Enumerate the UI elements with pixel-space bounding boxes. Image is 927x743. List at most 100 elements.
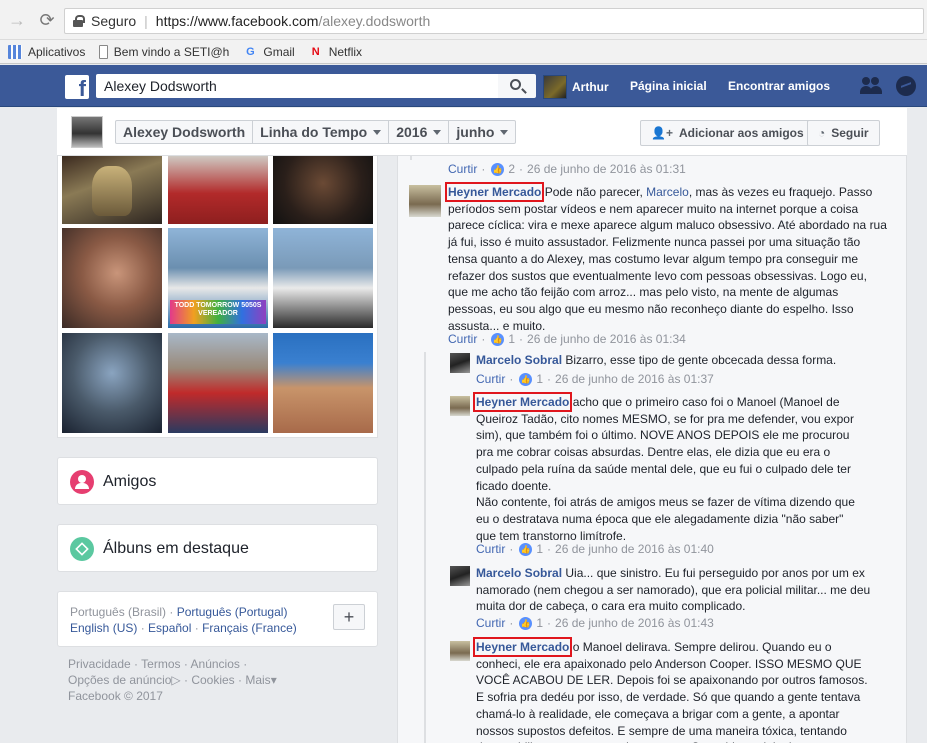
comment-body: Heyner Mercado acho que o primeiro caso …: [472, 392, 855, 543]
footer-link-cookies[interactable]: Cookies: [191, 673, 234, 687]
add-language-button[interactable]: +: [333, 604, 365, 630]
photo-thumbnail[interactable]: [168, 156, 268, 224]
friends-icon: [70, 470, 94, 494]
bookmark-apps[interactable]: Aplicativos: [8, 44, 85, 59]
address-bar[interactable]: Seguro | https://www.facebook.com/alexey…: [64, 8, 924, 34]
messenger-icon[interactable]: [896, 76, 916, 96]
follow-button[interactable]: ◔ Seguir: [807, 120, 880, 146]
like-link[interactable]: Curtir: [476, 616, 505, 630]
search-icon: [510, 79, 521, 90]
chevron-down-icon: [373, 129, 382, 135]
comment-meta: Curtir · 👍 1 · 26 de junho de 2016 às 01…: [476, 372, 714, 386]
comment-meta: Curtir · 👍 1 · 26 de junho de 2016 às 01…: [476, 616, 714, 630]
bookmarks-bar: Aplicativos Bem vindo a SETI@h G Gmail NN…: [0, 40, 927, 64]
forward-arrow-icon[interactable]: →: [6, 9, 28, 31]
friends-card[interactable]: Amigos: [57, 457, 378, 505]
bookmark-seti[interactable]: Bem vindo a SETI@h: [99, 44, 229, 59]
netflix-icon: N: [311, 45, 320, 58]
ad-choices-icon: ▷: [171, 673, 181, 687]
lock-icon: [73, 15, 85, 27]
thumbs-up-icon: 👍: [519, 372, 533, 386]
photo-caption: TODD TOMORROW 5050S VEREADOR: [170, 300, 266, 324]
page-icon: [99, 44, 108, 59]
find-friends-link[interactable]: Encontrar amigos: [728, 79, 830, 93]
photo-thumbnail[interactable]: [168, 333, 268, 433]
friends-label: Amigos: [103, 473, 157, 490]
photo-thumbnail[interactable]: [62, 228, 162, 328]
facebook-top-bar: f Arthur Página inicial Encontrar amigos: [0, 65, 927, 107]
bookmark-netflix[interactable]: N Netflix: [309, 45, 362, 59]
comment-timestamp[interactable]: 26 de junho de 2016 às 01:43: [555, 616, 714, 630]
add-friend-icon: 👤+: [651, 126, 673, 140]
comment-timestamp[interactable]: 26 de junho de 2016 às 01:34: [527, 332, 686, 346]
photo-thumbnail[interactable]: [62, 333, 162, 433]
comment-author[interactable]: Marcelo Sobral: [476, 566, 562, 580]
rss-icon: ◔: [818, 126, 826, 140]
avatar[interactable]: [450, 566, 470, 586]
comment-author[interactable]: Marcelo Sobral: [476, 353, 562, 367]
avatar[interactable]: [71, 116, 103, 148]
albums-label: Álbuns em destaque: [103, 540, 249, 557]
apps-grid-icon: [8, 44, 22, 59]
comment-author[interactable]: Heyner Mercado: [444, 182, 545, 202]
avatar[interactable]: [409, 185, 441, 217]
footer-link-privacy[interactable]: Privacidade: [68, 657, 131, 671]
home-link[interactable]: Página inicial: [630, 79, 707, 93]
mention-link[interactable]: Marcelo: [646, 185, 689, 199]
like-link[interactable]: Curtir: [476, 542, 505, 556]
avatar[interactable]: [450, 396, 470, 416]
search-input[interactable]: [96, 74, 534, 98]
language-link[interactable]: Français (France): [202, 621, 297, 635]
chevron-down-icon: [433, 129, 442, 135]
bookmark-gmail[interactable]: G Gmail: [243, 45, 295, 59]
footer-link-terms[interactable]: Termos: [141, 657, 180, 671]
like-link[interactable]: Curtir: [476, 372, 505, 386]
photo-thumbnail[interactable]: TODD TOMORROW 5050S VEREADOR: [168, 228, 268, 328]
photo-thumbnail[interactable]: [62, 156, 162, 224]
facebook-logo-icon[interactable]: f: [65, 75, 89, 99]
footer-link-ads[interactable]: Anúncios: [191, 657, 240, 671]
reload-icon[interactable]: ⟳: [36, 9, 58, 31]
language-link[interactable]: Português (Portugal): [177, 605, 288, 619]
crumb-profile-name[interactable]: Alexey Dodsworth: [116, 121, 254, 143]
comment-author[interactable]: Heyner Mercado: [472, 637, 573, 657]
photo-thumbnail[interactable]: [273, 333, 373, 433]
avatar[interactable]: [450, 641, 470, 661]
crumb-timeline[interactable]: Linha do Tempo: [253, 121, 390, 143]
crumb-month[interactable]: junho: [449, 121, 515, 143]
avatar[interactable]: [450, 353, 470, 373]
footer-link-ad-choices[interactable]: Opções de anúncio: [68, 673, 171, 687]
comment-body: Heyner Mercado o Manoel delirava. Sempre…: [472, 637, 868, 743]
language-link[interactable]: Español: [148, 621, 191, 635]
footer: Privacidade · Termos · Anúncios · Opções…: [68, 656, 368, 704]
chevron-down-icon: [500, 129, 509, 135]
thumbs-up-icon: 👍: [519, 616, 533, 630]
like-link[interactable]: Curtir: [448, 162, 477, 176]
crumb-year[interactable]: 2016: [389, 121, 450, 143]
google-icon: G: [246, 45, 255, 58]
add-friend-button[interactable]: 👤+ Adicionar aos amigos: [640, 120, 815, 146]
language-current: Português (Brasil): [70, 605, 167, 619]
photo-thumbnail[interactable]: [273, 156, 373, 224]
timeline-header: Alexey Dodsworth Linha do Tempo 2016 jun…: [57, 108, 907, 156]
like-link[interactable]: Curtir: [448, 332, 477, 346]
comment-timestamp[interactable]: 26 de junho de 2016 às 01:40: [555, 542, 714, 556]
comment-author[interactable]: Heyner Mercado: [472, 392, 573, 412]
photo-thumbnail[interactable]: [273, 228, 373, 328]
browser-toolbar: → ⟳ Seguro | https://www.facebook.com/al…: [0, 0, 927, 40]
profile-link[interactable]: Arthur: [543, 75, 609, 99]
albums-card[interactable]: Álbuns em destaque: [57, 524, 378, 572]
url-host: https://www.facebook.com: [155, 13, 319, 29]
search-button[interactable]: [498, 74, 536, 98]
friend-requests-icon[interactable]: [860, 76, 884, 96]
footer-link-more[interactable]: Mais: [245, 673, 270, 687]
language-link[interactable]: English (US): [70, 621, 137, 635]
secure-label: Seguro: [91, 13, 137, 29]
url-path: /alexey.dodsworth: [318, 13, 431, 29]
albums-stack-icon: [70, 537, 94, 561]
comment-timestamp[interactable]: 26 de junho de 2016 às 01:37: [555, 372, 714, 386]
goat-mask-image: [92, 166, 132, 216]
comments-panel: Curtir · 👍 2 · 26 de junho de 2016 às 01…: [397, 156, 907, 743]
comment-timestamp[interactable]: 26 de junho de 2016 às 01:31: [527, 162, 686, 176]
copyright: Facebook © 2017: [68, 689, 163, 703]
